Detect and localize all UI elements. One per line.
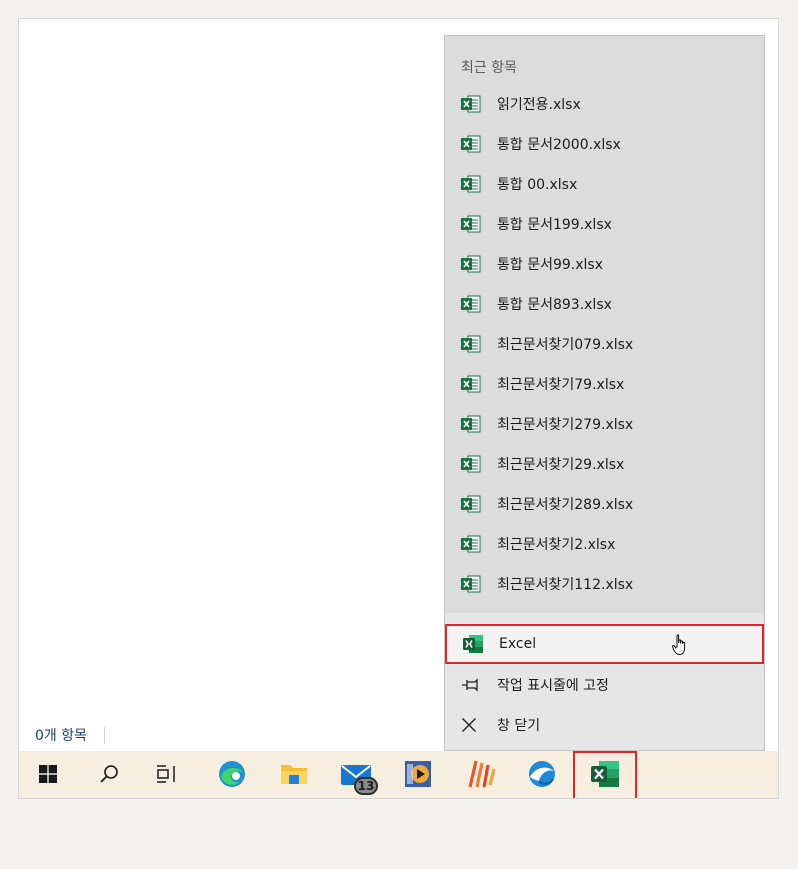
recent-file-label: 통합 문서199.xlsx [497,217,612,233]
recent-file-item[interactable]: 최근문서찾기112.xlsx [445,564,764,604]
close-icon [461,717,477,737]
recent-file-item[interactable]: 최근문서찾기079.xlsx [445,324,764,364]
search-icon [99,764,119,788]
excel-file-icon [461,495,481,513]
mail-unread-badge: 13 [354,777,378,795]
active-underline [457,798,505,799]
excel-icon [590,760,620,792]
excel-file-icon [461,375,481,393]
recent-file-item[interactable]: 통합 문서199.xlsx [445,204,764,244]
stripes-app-icon [466,759,496,793]
task-view-button[interactable] [141,751,193,798]
open-excel-label: Excel [499,636,537,652]
recent-file-label: 최근문서찾기279.xlsx [497,417,634,433]
excel-file-icon [461,455,481,473]
recent-file-label: 최근문서찾기289.xlsx [497,497,634,513]
hand-pointer-cursor-icon [672,634,688,660]
excel-file-icon [461,255,481,273]
excel-file-icon [461,175,481,193]
excel-jump-list: 최근 항목 읽기전용.xlsx 통합 문서2000.xlsx 통합 00.xlsx 통… [444,35,765,751]
task-view-icon [156,764,178,787]
pin-to-taskbar-button[interactable]: 작업 표시줄에 고정 [445,665,764,705]
active-underline [270,798,318,799]
start-button[interactable] [22,751,74,798]
recent-file-label: 최근문서찾기079.xlsx [497,337,634,353]
excel-file-icon [461,335,481,353]
recent-file-label: 최근문서찾기112.xlsx [497,577,634,593]
recent-file-item[interactable]: 최근문서찾기289.xlsx [445,484,764,524]
edge-browser-button[interactable] [206,751,258,798]
active-underline [394,798,442,799]
recent-file-item[interactable]: 최근문서찾기79.xlsx [445,364,764,404]
recent-file-label: 통합 00.xlsx [497,177,578,193]
excel-app-icon [463,635,483,657]
taskbar: 13 [19,751,778,799]
excel-file-icon [461,415,481,433]
jump-list-tasks: Excel 작업 표시줄에 고정 창 닫기 [445,613,764,750]
edge-icon [217,759,247,793]
recent-file-item[interactable]: 통합 문서2000.xlsx [445,124,764,164]
excel-file-icon [461,215,481,233]
active-underline [518,798,566,799]
recent-file-item[interactable]: 통합 00.xlsx [445,164,764,204]
file-explorer-button[interactable] [268,751,320,799]
recent-items-header: 최근 항목 [461,60,517,76]
recent-file-label: 최근문서찾기29.xlsx [497,457,625,473]
excel-file-icon [461,95,481,113]
mail-button[interactable]: 13 [330,751,382,799]
whale-browser-icon [527,759,557,793]
recent-file-item[interactable]: 최근문서찾기29.xlsx [445,444,764,484]
excel-file-icon [461,295,481,313]
whale-browser-button[interactable] [516,751,568,799]
media-player-icon [403,760,433,792]
close-window-button[interactable]: 창 닫기 [445,705,764,745]
recent-file-item[interactable]: 통합 문서99.xlsx [445,244,764,284]
folder-icon [280,761,308,791]
excel-file-icon [461,575,481,593]
pin-icon [461,677,481,697]
media-player-button[interactable] [392,751,444,799]
recent-file-item[interactable]: 통합 문서893.xlsx [445,284,764,324]
pin-to-taskbar-label: 작업 표시줄에 고정 [497,678,609,694]
search-button[interactable] [83,751,135,798]
active-underline [332,798,380,799]
recent-file-label: 통합 문서99.xlsx [497,257,603,273]
open-excel-button[interactable]: Excel [445,624,764,664]
status-separator [104,727,105,744]
recent-file-item[interactable]: 최근문서찾기2.xlsx [445,524,764,564]
excel-file-icon [461,135,481,153]
excel-file-icon [461,535,481,553]
screenshot-frame: 0개 항목 최근 항목 읽기전용.xlsx 통합 문서2000.xlsx 통합 00… [18,18,779,799]
recent-file-item[interactable]: 최근문서찾기279.xlsx [445,404,764,444]
recent-file-item[interactable]: 읽기전용.xlsx [445,84,764,124]
recent-file-label: 통합 문서893.xlsx [497,297,612,313]
recent-file-label: 통합 문서2000.xlsx [497,137,621,153]
close-window-label: 창 닫기 [497,718,541,734]
recent-file-label: 최근문서찾기2.xlsx [497,537,616,553]
recent-file-label: 읽기전용.xlsx [497,97,581,113]
recent-file-label: 최근문서찾기79.xlsx [497,377,625,393]
excel-taskbar-button[interactable] [573,751,637,798]
status-item-count: 0개 항목 [35,728,87,744]
windows-logo-icon [39,764,57,787]
stripes-app-button[interactable] [455,751,507,799]
